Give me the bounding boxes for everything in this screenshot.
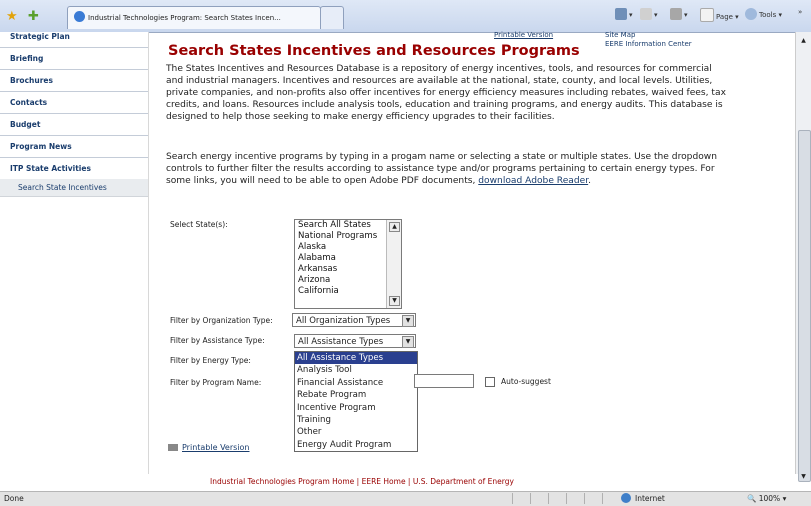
chevron-down-icon[interactable]: ▼ [402,315,414,327]
status-segment [584,493,599,504]
chevron-down-icon[interactable]: ▼ [402,336,414,348]
zoom-level[interactable]: 🔍 100% ▾ [747,492,786,506]
feeds-icon[interactable]: ▾ [640,8,658,20]
status-bar: Done Internet 🔍 100% ▾ [0,491,811,506]
org-type-label: Filter by Organization Type: [170,316,273,325]
new-tab-button[interactable] [320,6,344,29]
sidebar-subitem-search-state-incentives[interactable]: Search State Incentives [0,179,148,197]
status-segment [548,493,563,504]
sidebar-item-strategic-plan[interactable]: Strategic Plan [0,32,148,48]
sidebar-item-program-news[interactable]: Program News [0,136,148,158]
ie-page-icon [74,11,85,22]
sidebar-item-brochures[interactable]: Brochures [0,70,148,92]
scroll-down-icon[interactable]: ▼ [389,296,400,306]
tools-menu[interactable]: Tools ▾ [745,8,782,20]
assistance-type-label: Filter by Assistance Type: [170,336,265,345]
status-segment [530,493,545,504]
tab-title: Industrial Technologies Program: Search … [88,14,281,22]
security-zone: Internet [621,492,665,506]
eere-info-center-link[interactable]: EERE Information Center [605,40,692,49]
dropdown-option[interactable]: Energy Audit Program [295,439,417,451]
sidebar-item-itp-state-activities[interactable]: ITP State Activities [0,158,148,179]
intro-paragraph: The States Incentives and Resources Data… [166,64,726,122]
autosuggest-checkbox[interactable] [485,377,495,387]
dropdown-option[interactable]: Financial Assistance [295,377,417,389]
listbox-scrollbar[interactable]: ▲ ▼ [386,220,401,308]
globe-icon [621,493,631,503]
sidebar-item-contacts[interactable]: Contacts [0,92,148,114]
sidebar-item-budget[interactable]: Budget [0,114,148,136]
scroll-up-icon[interactable]: ▲ [798,36,809,46]
dropdown-option[interactable]: Other [295,426,417,438]
left-sidebar: Strategic Plan Briefing Brochures Contac… [0,32,149,474]
page-scrollbar[interactable]: ▲ ▼ [795,32,811,482]
status-segment [602,493,617,504]
scroll-up-icon[interactable]: ▲ [389,222,400,232]
program-name-input[interactable] [414,374,474,388]
printer-icon [168,444,178,451]
scroll-down-icon[interactable]: ▼ [798,472,809,482]
favorites-star-icon[interactable]: ★ [6,9,18,24]
print-icon[interactable]: ▾ [670,8,688,20]
select-state-label: Select State(s): [170,220,228,229]
dropdown-option[interactable]: Incentive Program [295,402,417,414]
scrollbar-thumb[interactable] [798,130,811,482]
dropdown-option[interactable]: Rebate Program [295,389,417,401]
org-type-select[interactable]: All Organization Types ▼ [292,313,416,327]
assistance-type-select[interactable]: All Assistance Types ▼ [294,334,416,348]
home-icon[interactable]: ▾ [615,8,633,20]
status-text: Done [4,494,24,503]
browser-tab-bar: ★ ✚ Industrial Technologies Program: Sea… [0,0,811,33]
download-adobe-reader-link[interactable]: download Adobe Reader [478,176,588,186]
autosuggest-label: Auto-suggest [501,377,551,386]
state-listbox[interactable]: Search All States National Programs Alas… [294,219,402,309]
page-title: Search States Incentives and Resources P… [168,43,580,59]
dropdown-option[interactable]: All Assistance Types [295,352,417,365]
site-map-link[interactable]: Site Map [605,31,692,40]
site-links: Site Map EERE Information Center [605,31,692,49]
printable-version-link[interactable]: Printable Version [168,443,250,452]
program-name-label: Filter by Program Name: [170,378,262,387]
top-printable-link[interactable]: Printable Version [494,31,553,39]
assistance-type-dropdown[interactable]: All Assistance Types Analysis Tool Finan… [294,351,418,453]
dropdown-option[interactable]: Training [295,414,417,426]
instructions-paragraph: Search energy incentive programs by typi… [166,152,717,186]
energy-type-label: Filter by Energy Type: [170,356,251,365]
browser-tab[interactable]: Industrial Technologies Program: Search … [67,6,321,29]
add-favorites-icon[interactable]: ✚ [28,9,39,24]
more-chevron[interactable]: » [798,8,802,16]
footer-links[interactable]: Industrial Technologies Program Home | E… [210,477,514,486]
status-segment [566,493,581,504]
page-menu[interactable]: Page ▾ [700,8,739,22]
status-segment [512,493,527,504]
sidebar-item-briefing[interactable]: Briefing [0,48,148,70]
dropdown-option[interactable]: Analysis Tool [295,364,417,376]
